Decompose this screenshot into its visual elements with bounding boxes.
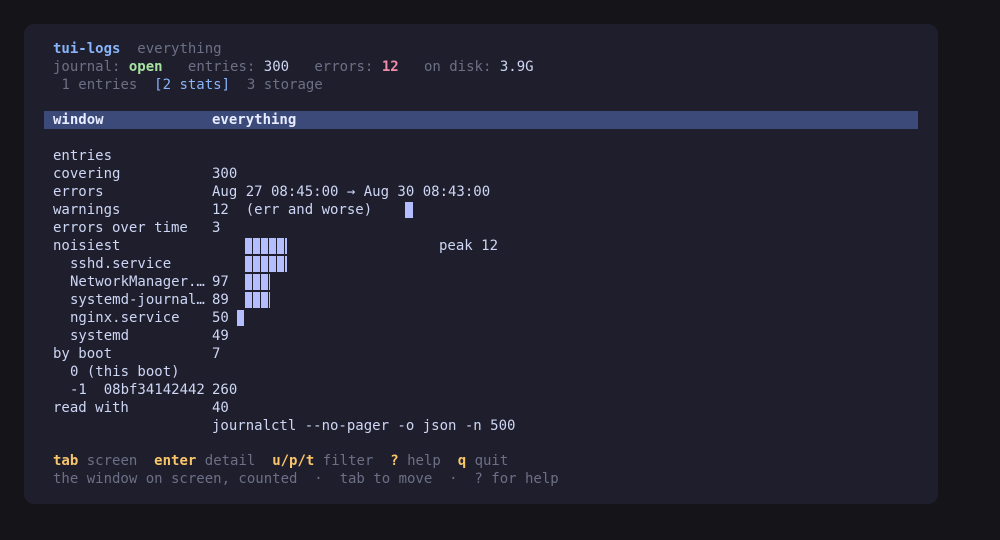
stat-label: read with (53, 400, 129, 416)
window-value: everything (212, 112, 297, 128)
stat-row-errors-over-time: errors over time peak 12 (53, 201, 913, 254)
stat-row-errors: errors 12 (err and worse) (53, 165, 913, 218)
key-desc: filter (322, 453, 374, 469)
key-help[interactable]: ? (390, 453, 398, 469)
key-tab[interactable]: tab (53, 453, 78, 469)
key-filter[interactable]: u/p/t (272, 453, 314, 469)
title-line: tui-logs everything (53, 40, 222, 58)
errors-count: 12 (381, 59, 399, 75)
stat-row-entries: entries 300 (53, 129, 913, 182)
key-enter[interactable]: enter (154, 453, 196, 469)
tab-storage[interactable]: 3 storage (247, 77, 323, 93)
disk-usage: 3.9G (499, 59, 534, 75)
footer-hint: the window on screen, counted · tab to m… (53, 471, 559, 487)
key-desc: screen (86, 453, 138, 469)
key-desc: quit (474, 453, 509, 469)
unit-bar (245, 238, 288, 254)
boot-row[interactable]: -1 08bf34142442 40 (53, 363, 913, 416)
read-with-command: journalctl --no-pager -o json -n 500 (212, 418, 516, 434)
entries-label: entries: (187, 59, 256, 75)
sparkline-bar (405, 202, 414, 218)
noisy-unit-row[interactable]: nginx.service 49 (53, 291, 913, 344)
unit-bar (245, 292, 271, 308)
journal-label: journal: (53, 59, 121, 75)
app-name: tui-logs (53, 41, 121, 57)
disk-label: on disk: (423, 59, 492, 75)
unit-bar (236, 310, 246, 326)
noisy-unit-row[interactable]: systemd-journal… 50 (53, 273, 913, 326)
stat-row-by-boot: by boot (53, 327, 913, 362)
stat-row-covering: covering Aug 27 08:45:00 → Aug 30 08:43:… (53, 147, 913, 200)
stat-row-noisiest: noisiest (53, 219, 913, 254)
noisy-unit-row[interactable]: systemd 7 (53, 309, 913, 362)
terminal-window: tui-logs everything journal: open entrie… (24, 24, 938, 504)
view-name: everything (137, 41, 222, 57)
unit-bar (245, 256, 288, 272)
tab-stats[interactable]: [2 stats] (154, 77, 230, 93)
unit-bar (245, 274, 271, 290)
noisy-unit-row[interactable]: NetworkManager.… 89 (53, 255, 913, 308)
journal-status: open (128, 59, 163, 75)
key-desc: detail (204, 453, 256, 469)
errors-label: errors: (314, 59, 374, 75)
boot-count: 40 (212, 400, 229, 416)
stats-header-row[interactable]: window everything (44, 111, 918, 129)
tab-entries[interactable]: 1 entries (61, 77, 137, 93)
keybinding-bar: tab screen enter detail u/p/t filter ? h… (53, 452, 508, 470)
key-quit[interactable]: q (458, 453, 466, 469)
entries-count: 300 (263, 59, 290, 75)
window-label: window (53, 112, 104, 128)
stat-row-read-with: read with journalctl --no-pager -o json … (53, 381, 913, 434)
key-desc: help (407, 453, 441, 469)
stat-row-warnings: warnings 3 (53, 183, 913, 236)
tab-bar: 1 entries [2 stats] 3 storage (53, 76, 323, 94)
noisy-unit-row[interactable]: sshd.service 97 (53, 237, 913, 290)
status-line: journal: open entries: 300 errors: 12 on… (53, 58, 534, 76)
boot-row[interactable]: 0 (this boot) 260 (53, 345, 913, 398)
